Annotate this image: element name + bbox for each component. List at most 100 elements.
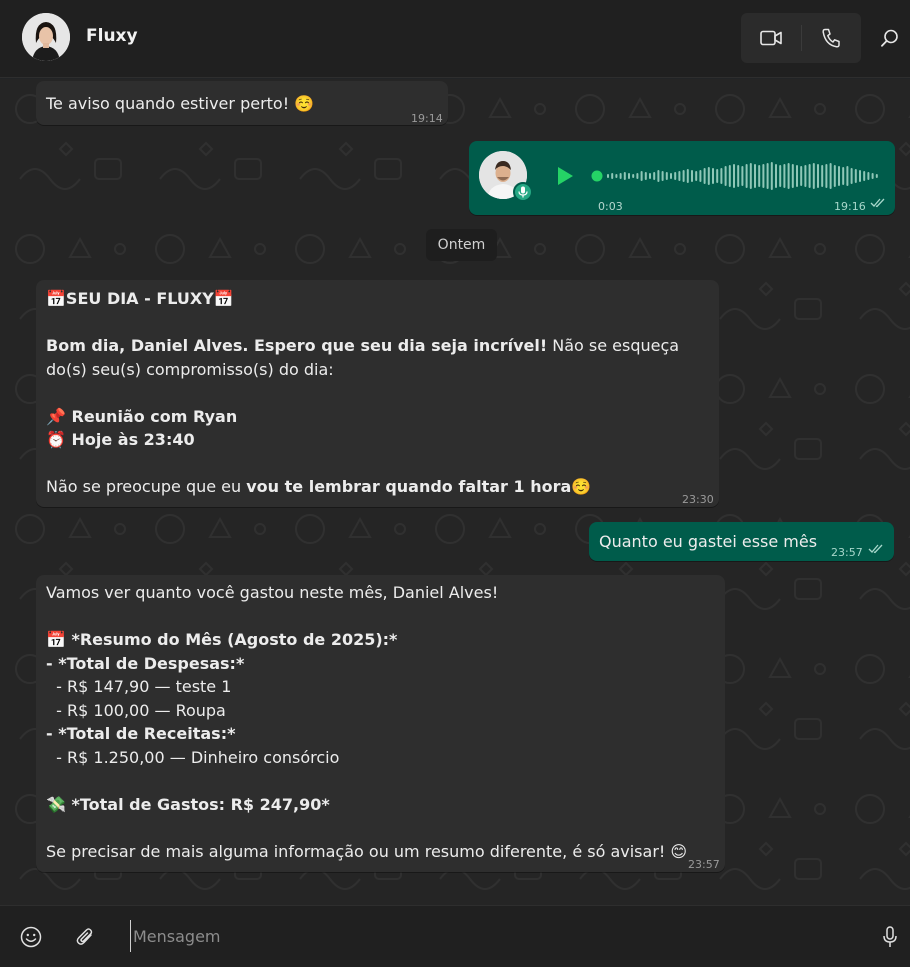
waveform-bar bbox=[636, 173, 639, 179]
video-call-button[interactable] bbox=[741, 13, 801, 63]
message-time: 23:57 bbox=[831, 546, 863, 559]
waveform-bar bbox=[875, 174, 878, 178]
waveform-bar bbox=[716, 169, 719, 183]
play-icon[interactable] bbox=[553, 164, 577, 188]
waveform-bar bbox=[674, 172, 677, 180]
search-button[interactable] bbox=[874, 22, 906, 54]
waveform-bar bbox=[607, 174, 609, 178]
voice-message[interactable]: 0:03 19:16 bbox=[469, 141, 895, 215]
waveform-bar bbox=[703, 168, 706, 184]
message-text: Te aviso quando estiver perto! ☺️ bbox=[46, 94, 315, 113]
search-icon bbox=[881, 29, 898, 47]
waveform-bar bbox=[653, 172, 656, 180]
waveform-bar bbox=[728, 165, 731, 187]
waveform-bar bbox=[632, 174, 635, 178]
closing-text: Se precisar de mais alguma informação ou… bbox=[46, 841, 688, 861]
waveform-bar bbox=[796, 165, 798, 187]
waveform-bar bbox=[871, 173, 874, 179]
chat-header: Fluxy bbox=[0, 0, 910, 78]
waveform-bar bbox=[661, 171, 664, 181]
waveform-bar bbox=[775, 164, 777, 188]
voice-duration: 0:03 bbox=[598, 200, 623, 213]
waveform-bar bbox=[812, 163, 815, 189]
message-input[interactable] bbox=[130, 920, 850, 952]
expenses-title: - *Total de Despesas:* bbox=[46, 653, 245, 673]
waveform-bar bbox=[707, 167, 710, 185]
waveform-bar bbox=[821, 165, 824, 187]
contact-avatar[interactable] bbox=[22, 13, 70, 61]
waveform-bar bbox=[754, 164, 756, 188]
waveform-bar bbox=[791, 164, 794, 188]
message-time: 23:30 bbox=[682, 493, 714, 506]
voice-call-button[interactable] bbox=[801, 13, 861, 63]
message-time: 19:16 bbox=[834, 200, 866, 213]
emoji-button[interactable] bbox=[14, 920, 48, 954]
outgoing-message[interactable]: Quanto eu gastei esse mês 23:57 bbox=[589, 522, 894, 561]
audio-waveform[interactable] bbox=[591, 161, 887, 191]
waveform-bar bbox=[623, 172, 626, 180]
waveform-bar bbox=[712, 168, 714, 184]
smiley-icon bbox=[20, 926, 42, 948]
message-list[interactable]: Te aviso quando estiver perto! ☺️ 19:14 bbox=[0, 79, 910, 905]
waveform-bar bbox=[665, 172, 668, 180]
waveform-bar bbox=[804, 165, 807, 187]
waveform-bar bbox=[686, 169, 689, 183]
waveform-bar bbox=[615, 174, 618, 178]
waveform-bar bbox=[682, 170, 685, 182]
paperclip-icon bbox=[76, 928, 93, 945]
message-time: 23:57 bbox=[688, 858, 720, 871]
message-time: 19:14 bbox=[411, 112, 443, 125]
waveform-bar bbox=[838, 166, 840, 186]
waveform-bar bbox=[779, 165, 782, 187]
waveform-bar bbox=[800, 166, 803, 186]
waveform-bar bbox=[833, 165, 836, 187]
playhead-dot[interactable] bbox=[591, 170, 603, 182]
expense-item: - R$ 147,90 — teste 1 bbox=[46, 677, 232, 696]
waveform-bar bbox=[657, 170, 660, 182]
waveform-bar bbox=[867, 172, 870, 180]
appointment-time: ⏰ Hoje às 23:40 bbox=[46, 430, 195, 449]
message-composer bbox=[0, 905, 910, 967]
waveform-bar bbox=[640, 171, 643, 181]
waveform-bar bbox=[808, 164, 811, 188]
waveform-bar bbox=[749, 163, 752, 189]
reminder-emoji: ☺️ bbox=[571, 477, 592, 496]
waveform-bar bbox=[695, 171, 698, 181]
incoming-message[interactable]: Te aviso quando estiver perto! ☺️ 19:14 bbox=[36, 81, 448, 125]
microphone-icon bbox=[513, 182, 533, 202]
appointment-line: 📌 Reunião com Ryan bbox=[46, 406, 238, 426]
double-check-icon bbox=[870, 198, 885, 208]
contact-name[interactable]: Fluxy bbox=[86, 26, 138, 46]
attach-button[interactable] bbox=[68, 920, 102, 954]
waveform-bar bbox=[737, 165, 740, 187]
waveform-bar bbox=[783, 164, 786, 188]
reminder-bold: vou te lembrar quando faltar 1 hora bbox=[246, 477, 572, 496]
waveform-bar bbox=[829, 163, 832, 189]
reminder-text: Não se preocupe que eu bbox=[46, 477, 247, 496]
call-button-group bbox=[741, 13, 861, 63]
message-title: 📅SEU DIA - FLUXY📅 bbox=[46, 289, 234, 308]
incoming-message[interactable]: 📅SEU DIA - FLUXY📅 Bom dia, Daniel Alves.… bbox=[36, 280, 719, 507]
waveform-bar bbox=[817, 164, 819, 188]
waveform-bar bbox=[691, 170, 693, 182]
summary-title: 📅 *Resumo do Mês (Agosto de 2025):* bbox=[46, 630, 398, 649]
waveform-bar bbox=[724, 166, 727, 186]
income-title: - *Total de Receitas:* bbox=[46, 724, 236, 743]
waveform-bar bbox=[770, 162, 773, 190]
waveform-bar bbox=[850, 168, 853, 184]
waveform-bar bbox=[670, 173, 672, 179]
income-item: - R$ 1.250,00 — Dinheiro consórcio bbox=[46, 747, 340, 767]
waveform-bar bbox=[766, 163, 769, 189]
waveform-bar bbox=[854, 169, 857, 183]
waveform-bar bbox=[699, 170, 702, 182]
waveform-bar bbox=[758, 165, 761, 187]
waveform-bar bbox=[863, 171, 866, 181]
waveform-bar bbox=[628, 173, 630, 179]
voice-record-button[interactable] bbox=[873, 920, 907, 954]
waveform-bar bbox=[745, 164, 748, 188]
waveform-bar bbox=[859, 170, 861, 182]
waveform-bar bbox=[846, 166, 849, 186]
double-check-icon bbox=[868, 544, 883, 554]
waveform-bar bbox=[741, 166, 744, 186]
incoming-message[interactable]: Vamos ver quanto você gastou neste mês, … bbox=[36, 575, 725, 872]
